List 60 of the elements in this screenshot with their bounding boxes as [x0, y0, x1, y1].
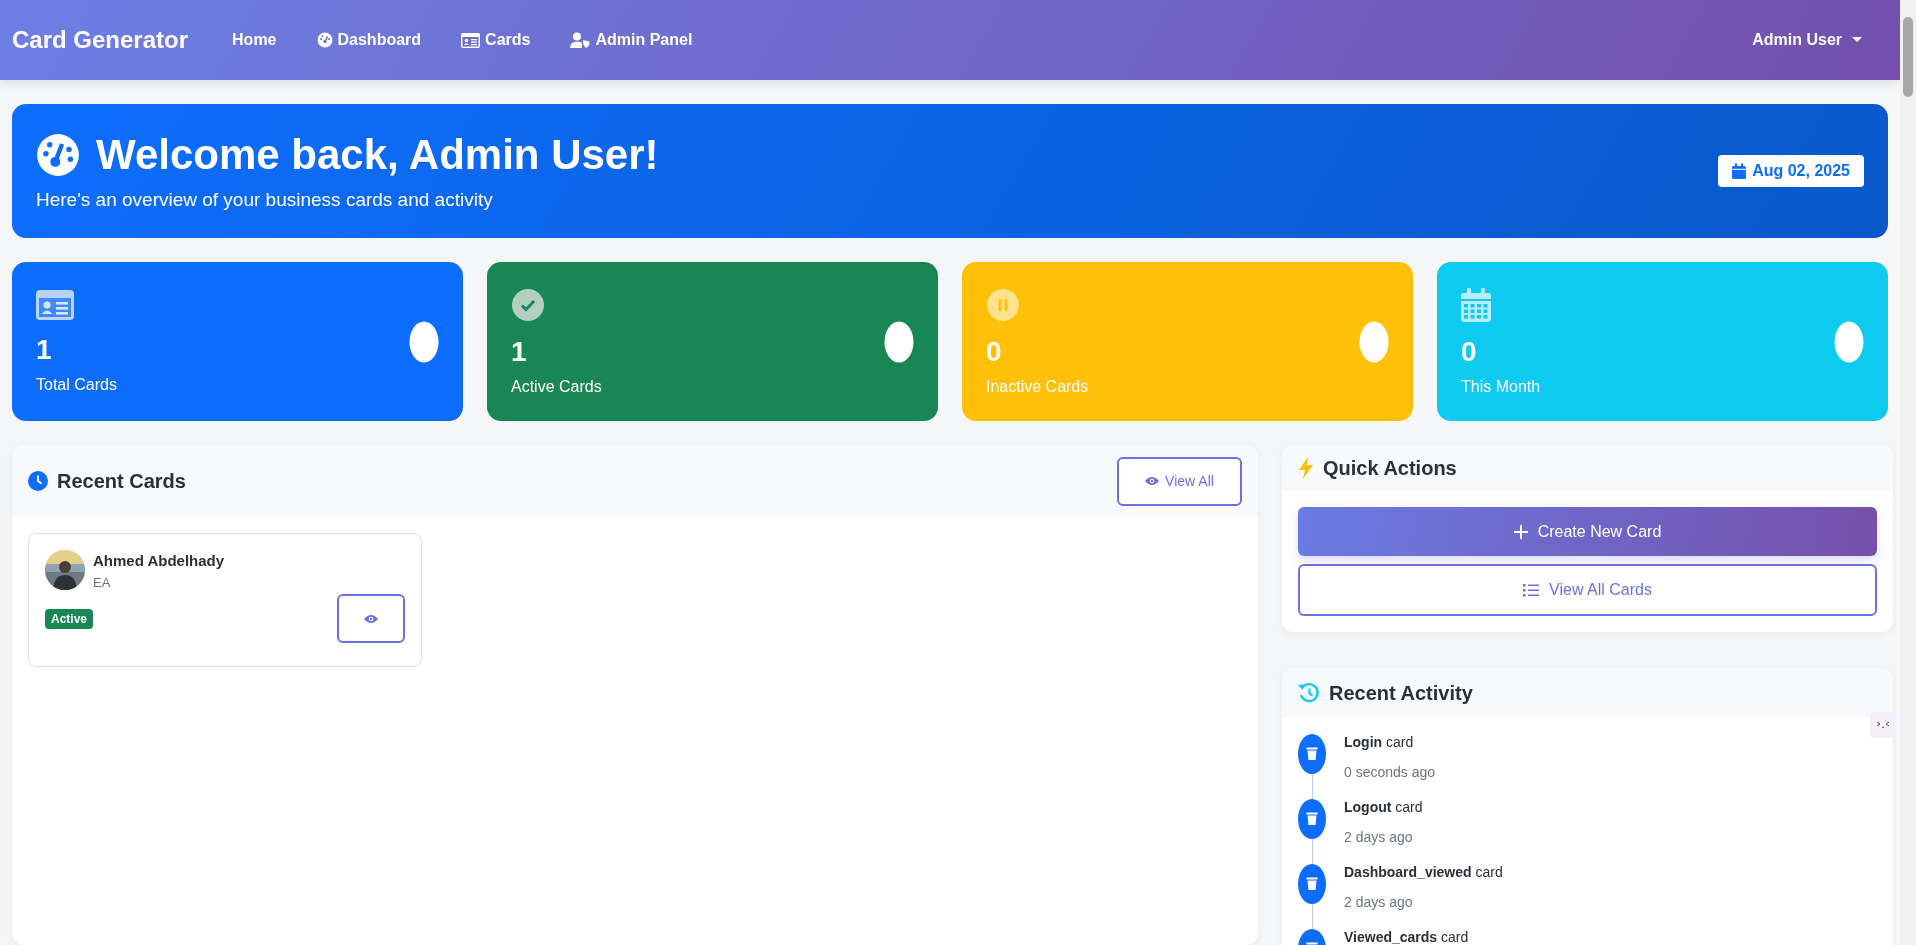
calendar-icon	[1732, 163, 1747, 179]
stat-label: Total Cards	[36, 375, 117, 394]
create-card-button[interactable]: Create New Card	[1298, 507, 1877, 556]
gauge-icon	[316, 32, 333, 48]
plus-icon	[1513, 524, 1528, 539]
oval-icon	[409, 320, 439, 363]
card-name: Ahmed Abdelhady	[93, 552, 225, 569]
stat-label: Active Cards	[511, 377, 602, 396]
lightning-icon	[1298, 457, 1314, 479]
welcome-subtitle: Here's an overview of your business cards and activity	[36, 189, 494, 211]
date-badge: Aug 02, 2025	[1718, 155, 1864, 187]
activity-time: 2 days ago	[1344, 894, 1414, 910]
eye-icon	[1145, 476, 1160, 486]
view-card-button[interactable]	[337, 594, 405, 643]
card-subtitle: EA	[93, 575, 112, 590]
nav-link[interactable]: Home	[212, 31, 297, 49]
history-icon	[1298, 682, 1320, 704]
user-shield-icon	[570, 32, 591, 48]
nav-link[interactable]: Dashboard	[296, 31, 442, 49]
stat-label: This Month	[1461, 377, 1541, 396]
nav-link[interactable]: Cards	[441, 31, 551, 49]
oval-icon	[1834, 320, 1864, 363]
activity-text: Viewed_cards card	[1344, 929, 1469, 945]
panel-title: Recent Cards	[57, 469, 186, 493]
stat-value: 1	[36, 333, 52, 366]
user-menu[interactable]: Admin User	[1752, 31, 1862, 49]
view-all-button[interactable]: View All	[1117, 456, 1242, 506]
face-icon[interactable]	[1870, 712, 1896, 738]
list-icon	[1523, 583, 1540, 597]
panel-title: Recent Activity	[1329, 681, 1473, 705]
trash-icon	[1298, 799, 1326, 839]
brand-link[interactable]: Card Generator	[12, 26, 189, 54]
status-badge: Active	[45, 608, 94, 629]
check-circle-icon	[511, 287, 545, 322]
eye-icon	[364, 613, 378, 624]
id-card-icon	[461, 32, 481, 48]
stat-value: 0	[1461, 335, 1477, 368]
caret-icon	[1852, 37, 1862, 43]
id-card-icon	[36, 289, 74, 320]
calendar-icon	[1461, 287, 1491, 322]
activity-text: Login card	[1344, 734, 1415, 750]
stat-label: Inactive Cards	[986, 377, 1089, 396]
nav-link[interactable]: Admin Panel	[550, 31, 713, 49]
welcome-title: Welcome back, Admin User!	[96, 131, 659, 179]
trash-icon	[1298, 864, 1326, 904]
trash-icon	[1298, 734, 1326, 774]
clock-icon	[28, 471, 48, 491]
scrollbar[interactable]	[1900, 0, 1916, 945]
view-all-cards-button[interactable]: View All Cards	[1298, 564, 1877, 616]
oval-icon	[884, 320, 914, 363]
stat-value: 0	[986, 335, 1002, 368]
oval-icon	[1359, 320, 1389, 363]
activity-time: 2 days ago	[1344, 829, 1414, 845]
activity-text: Dashboard_viewed card	[1344, 864, 1503, 880]
activity-text: Logout card	[1344, 799, 1423, 815]
gauge-icon	[36, 133, 80, 177]
pause-circle-icon	[986, 287, 1020, 322]
activity-time: 0 seconds ago	[1344, 764, 1436, 780]
panel-title: Quick Actions	[1323, 456, 1457, 480]
stat-value: 1	[511, 335, 527, 368]
